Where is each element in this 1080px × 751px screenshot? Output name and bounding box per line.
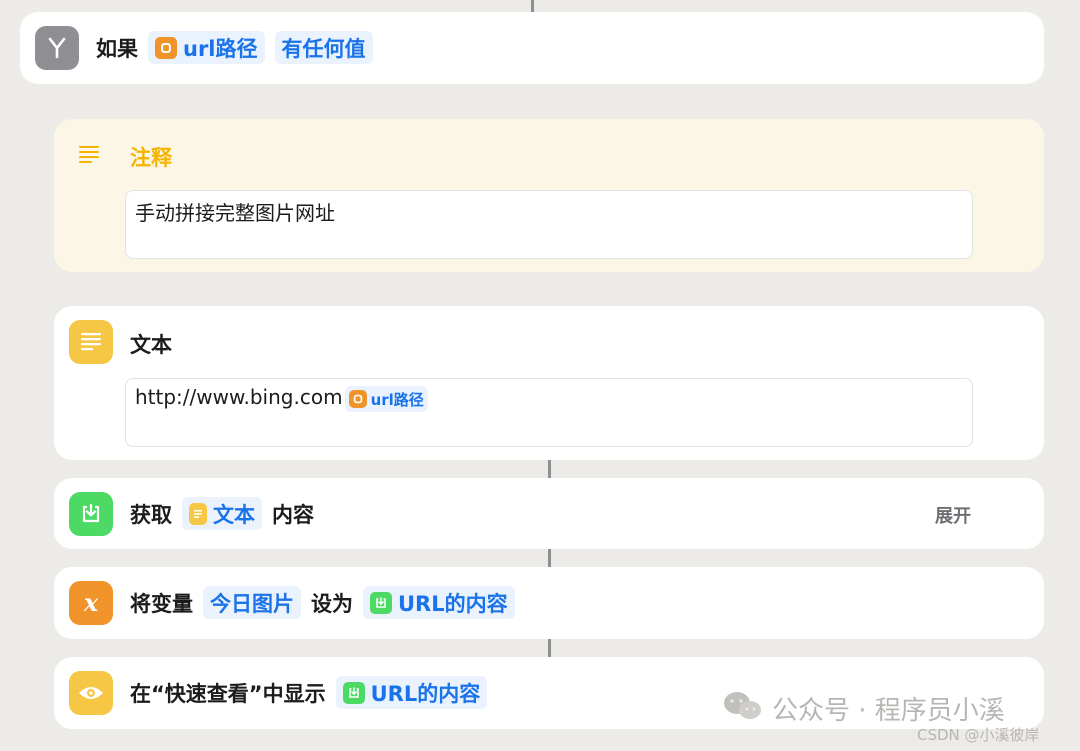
- set-variable-action-card[interactable]: x 将变量 今日图片 设为 URL的内容: [54, 567, 1044, 639]
- connector-text-get: [548, 460, 551, 478]
- url-path-variable-token[interactable]: url路径: [148, 31, 265, 64]
- setvar-middle: 设为: [311, 591, 353, 616]
- download-mini-icon: [370, 591, 392, 614]
- url-contents-token[interactable]: URL的内容: [335, 676, 488, 709]
- text-action-title: 文本: [130, 333, 172, 357]
- text-variable-token[interactable]: 文本: [182, 497, 262, 530]
- comment-text-field[interactable]: 手动拼接完整图片网址: [125, 190, 973, 259]
- variable-x-icon: x: [69, 581, 113, 625]
- variable-icon: [155, 36, 177, 59]
- quicklook-label: 在“快速查看”中显示: [130, 681, 326, 706]
- condition-token[interactable]: 有任何值: [274, 31, 373, 64]
- get-contents-action-card[interactable]: 获取 文本 内容 展开: [54, 478, 1044, 549]
- variable-name-token[interactable]: 今日图片: [203, 586, 301, 619]
- text-doc-icon: [69, 320, 113, 364]
- branch-icon: [35, 26, 79, 70]
- connector-top: [531, 0, 534, 12]
- text-content-field[interactable]: http://www.bing.com url路径: [125, 378, 973, 447]
- eye-icon: [69, 671, 113, 715]
- if-keyword: 如果: [96, 36, 138, 61]
- connector-setvar-quicklook: [548, 639, 551, 657]
- wechat-watermark: 公众号 · 程序员小溪: [772, 696, 1005, 726]
- expand-button[interactable]: 展开: [935, 502, 971, 528]
- text-url-prefix: http://www.bing.com: [135, 385, 343, 409]
- url-contents-token[interactable]: URL的内容: [363, 586, 515, 619]
- lines-icon: [78, 144, 102, 170]
- setvar-label: 将变量: [130, 591, 193, 616]
- variable-icon: [348, 390, 367, 408]
- download-icon: [69, 492, 113, 536]
- comment-title: 注释: [130, 146, 172, 170]
- comment-action-card[interactable]: 注释 手动拼接完整图片网址: [54, 119, 1044, 272]
- connector-get-setvar: [548, 549, 551, 567]
- csdn-watermark: CSDN @小溪彼岸: [917, 726, 1040, 744]
- wechat-icon: [722, 689, 764, 727]
- download-mini-icon: [342, 681, 365, 704]
- get-label: 获取: [130, 502, 172, 527]
- text-doc-mini-icon: [189, 502, 207, 525]
- if-action-card[interactable]: 如果 url路径 有任何值: [20, 12, 1044, 84]
- get-suffix: 内容: [272, 502, 314, 527]
- url-path-variable-token-inline[interactable]: url路径: [344, 386, 428, 412]
- text-action-card[interactable]: 文本 http://www.bing.com url路径: [54, 306, 1044, 460]
